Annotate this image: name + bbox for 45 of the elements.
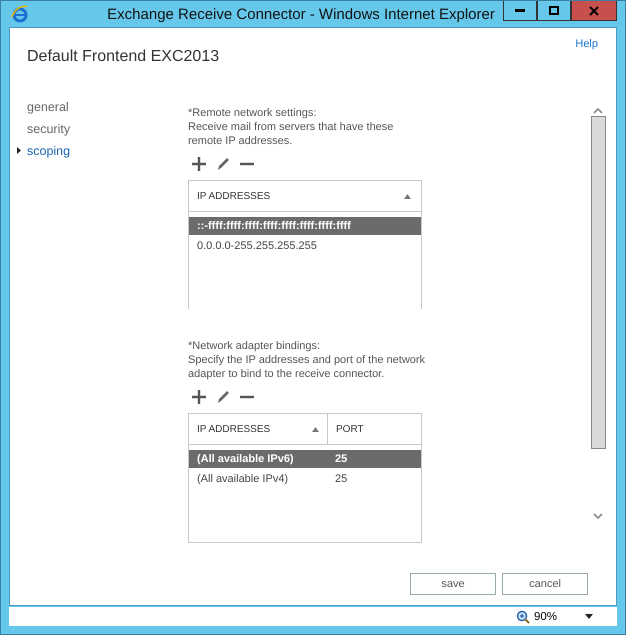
table-row[interactable]: ::-ffff:ffff:ffff:ffff:ffff:ffff:ffff:ffff bbox=[189, 217, 421, 236]
sidebar-item[interactable]: scoping bbox=[17, 142, 70, 160]
maximize-button[interactable] bbox=[537, 1, 571, 21]
zoom-icon[interactable] bbox=[516, 610, 530, 624]
sidebar-item[interactable]: security bbox=[17, 120, 70, 138]
close-button[interactable] bbox=[571, 1, 617, 21]
table-cell-text: ::-ffff:ffff:ffff:ffff:ffff:ffff:ffff:ffff bbox=[196, 220, 352, 232]
table-cell-text: 25 bbox=[334, 473, 348, 486]
column-header[interactable]: IP ADDRESSES bbox=[189, 181, 419, 212]
add-icon[interactable] bbox=[191, 389, 207, 406]
pencil-icon[interactable] bbox=[215, 156, 231, 172]
caret-icon bbox=[17, 147, 21, 154]
scrollbar-thumb[interactable] bbox=[590, 116, 606, 450]
column-header[interactable]: IP ADDRESSES bbox=[189, 414, 327, 444]
close-icon bbox=[589, 6, 599, 16]
table-cell-text: (All available IPv4) bbox=[196, 473, 290, 486]
section-heading: *Remote network settings: bbox=[188, 106, 318, 120]
scroll-up-icon[interactable] bbox=[593, 108, 603, 114]
pencil-icon[interactable] bbox=[215, 389, 231, 406]
minimize-button[interactable] bbox=[503, 1, 537, 21]
scroll-down-icon[interactable] bbox=[593, 513, 603, 520]
table-cell-text: 0.0.0.0-255.255.255.255 bbox=[196, 240, 318, 252]
add-icon[interactable] bbox=[191, 156, 207, 172]
table-cell-text: (All available IPv6) bbox=[196, 453, 295, 466]
column-header[interactable]: PORT bbox=[327, 414, 421, 444]
browser-logo-icon bbox=[11, 5, 29, 24]
table-row[interactable]: (All available IPv6) 25 bbox=[189, 450, 421, 468]
section-heading: *Network adapter bindings: bbox=[188, 339, 322, 354]
sidebar-item[interactable]: general bbox=[17, 98, 69, 116]
table-row[interactable]: 0.0.0.0-255.255.255.255 bbox=[189, 237, 421, 256]
window-title: Exchange Receive Connector - Windows Internet Explorer bbox=[106, 6, 496, 23]
help-link[interactable]: Help bbox=[575, 38, 598, 98]
table-cell-text: 25 bbox=[334, 453, 348, 466]
maximize-icon bbox=[549, 6, 559, 15]
dialog-button[interactable]: save bbox=[410, 573, 496, 596]
table-row[interactable]: (All available IPv4) 25 bbox=[189, 470, 421, 488]
section-description: Specify the IP addresses and port of the network adapter to bind to the receive connector. bbox=[188, 353, 426, 382]
sort-arrow-icon bbox=[312, 426, 319, 432]
zoom-level: 90% bbox=[534, 610, 557, 623]
minimize-icon bbox=[515, 8, 525, 12]
dialog-button[interactable]: cancel bbox=[502, 573, 588, 596]
sort-arrow-icon bbox=[404, 194, 411, 199]
section-description: Receive mail from servers that have these remote IP addresses. bbox=[188, 120, 394, 148]
page-title: Default Frontend EXC2013 bbox=[27, 48, 220, 68]
dropdown-caret-icon[interactable] bbox=[585, 614, 593, 620]
